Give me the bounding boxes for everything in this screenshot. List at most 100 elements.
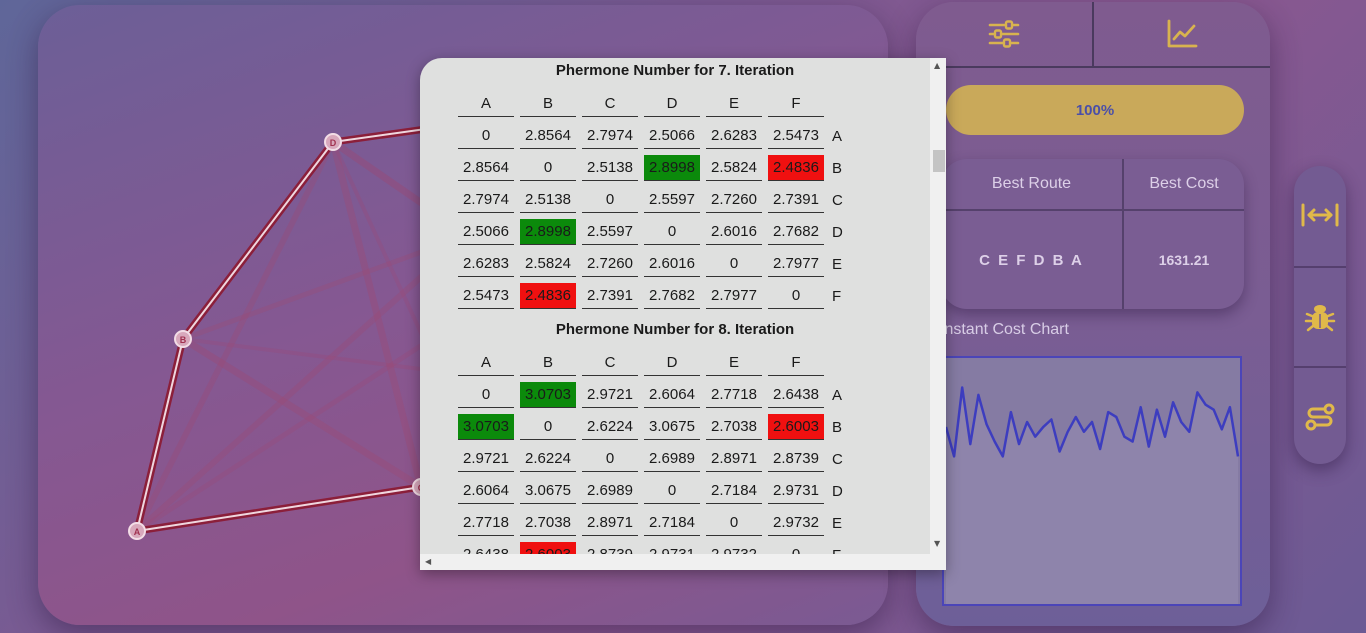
pheromone-scroll-area[interactable]: Phermone Number for 7. Iteration ABCDEF0… xyxy=(420,58,930,554)
table-cell: 0 xyxy=(768,542,824,554)
cost-chart xyxy=(942,356,1242,606)
corner-cell xyxy=(830,350,886,376)
table-cell: 2.6989 xyxy=(582,478,638,504)
table-cell: 0 xyxy=(582,446,638,472)
scroll-up-icon[interactable]: ▲ xyxy=(934,61,940,70)
row-label: F xyxy=(832,287,842,305)
horizontal-scrollbar[interactable]: ◀ xyxy=(420,554,946,570)
column-header: E xyxy=(706,350,762,376)
edge xyxy=(134,312,471,534)
table-cell: 2.6989 xyxy=(644,446,700,472)
column-header: E xyxy=(706,91,762,117)
table-cell: 0 xyxy=(458,123,514,149)
edge xyxy=(134,139,336,534)
node-b[interactable]: B xyxy=(174,330,192,348)
table-cell: 2.7391 xyxy=(582,283,638,309)
row-label: B xyxy=(832,159,843,177)
arrows-horizontal-icon xyxy=(1301,203,1339,227)
scroll-down-icon[interactable]: ▼ xyxy=(934,539,940,548)
table-cell: 3.0675 xyxy=(644,414,700,440)
table-cell: 0 xyxy=(520,155,576,181)
table-row: 2.5473 2.4836 2.7391 2.7682 2.7977 0 F xyxy=(458,283,886,309)
table-cell: 2.7260 xyxy=(582,251,638,277)
table-cell: 2.7184 xyxy=(644,510,700,536)
node-d[interactable]: D xyxy=(324,133,342,151)
corner-cell xyxy=(830,91,886,117)
table-cell: 2.7682 xyxy=(644,283,700,309)
table-cell: 2.5824 xyxy=(706,155,762,181)
table-cell: 2.7260 xyxy=(706,187,762,213)
max-cell: 3.0703 xyxy=(458,414,514,440)
table-cell: 2.7038 xyxy=(706,414,762,440)
table-cell: 2.8739 xyxy=(768,446,824,472)
max-cell: 2.8998 xyxy=(644,155,700,181)
line-chart-icon xyxy=(1167,19,1198,48)
route-button[interactable] xyxy=(1294,366,1346,466)
table-cell: 2.8564 xyxy=(520,123,576,149)
vertical-scrollbar[interactable]: ▲ ▼ xyxy=(930,58,946,554)
table-cell: 2.8564 xyxy=(458,155,514,181)
table-cell: 2.5597 xyxy=(644,187,700,213)
tab-settings[interactable] xyxy=(916,2,1094,66)
table-row: 2.9721 2.6224 0 2.6989 2.8971 2.8739 C xyxy=(458,446,886,472)
scroll-thumb[interactable] xyxy=(933,150,945,172)
table-cell: 2.7718 xyxy=(706,382,762,408)
iteration-title: Phermone Number for 7. Iteration xyxy=(555,62,795,79)
table-cell: 3.0675 xyxy=(520,478,576,504)
table-cell: 0 xyxy=(706,510,762,536)
node-a[interactable]: A xyxy=(128,522,146,540)
table-cell: 2.5066 xyxy=(644,123,700,149)
column-header: A xyxy=(458,91,514,117)
table-cell: 0 xyxy=(768,283,824,309)
max-cell: 2.8998 xyxy=(520,219,576,245)
pheromone-popup: Phermone Number for 7. Iteration ABCDEF0… xyxy=(420,58,946,570)
chart-title: Instant Cost Chart xyxy=(940,321,1069,338)
table-cell: 0 xyxy=(706,251,762,277)
max-cell: 3.0703 xyxy=(520,382,576,408)
expand-width-button[interactable] xyxy=(1294,166,1346,264)
table-cell: 2.6224 xyxy=(582,414,638,440)
table-cell: 2.7682 xyxy=(768,219,824,245)
table-cell: 2.7184 xyxy=(706,478,762,504)
best-cost-value: 1631.21 xyxy=(1158,252,1210,268)
column-header: F xyxy=(768,350,824,376)
min-cell: 2.4836 xyxy=(768,155,824,181)
table-row: 2.6064 3.0675 2.6989 0 2.7184 2.9731 D xyxy=(458,478,886,504)
route-icon xyxy=(1305,403,1335,431)
row-label: F xyxy=(830,542,886,555)
table-cell: 2.5473 xyxy=(768,123,824,149)
cost-chart-svg xyxy=(944,386,1240,604)
table-cell: 2.9732 xyxy=(706,542,762,554)
table-row: 2.5066 2.8998 2.5597 0 2.6016 2.7682 D xyxy=(458,219,886,245)
min-cell: 2.6003 xyxy=(768,414,824,440)
column-header: C xyxy=(582,91,638,117)
scroll-left-icon[interactable]: ◀ xyxy=(425,557,431,566)
best-result-card: Best Route Best Cost C E F D B A 1631.21 xyxy=(941,159,1244,309)
debug-button[interactable] xyxy=(1294,266,1346,366)
table-cell: 2.7974 xyxy=(582,123,638,149)
table-cell: 2.5824 xyxy=(520,251,576,277)
table-row: 2.7718 2.7038 2.8971 2.7184 0 2.9732 E xyxy=(458,510,886,536)
best-cost-header: Best Cost xyxy=(1149,175,1219,192)
progress-label: 100% xyxy=(1075,101,1115,119)
table-row: 3.0703 0 2.6224 3.0675 2.7038 2.6003 B xyxy=(458,414,886,440)
table-cell: 2.6016 xyxy=(644,251,700,277)
table-row: 2.7974 2.5138 0 2.5597 2.7260 2.7391 C xyxy=(458,187,886,213)
table-cell: 2.5473 xyxy=(458,283,514,309)
best-route-header: Best Route xyxy=(991,175,1072,192)
bug-icon xyxy=(1304,305,1336,332)
row-label: B xyxy=(832,418,843,436)
table-cell: 0 xyxy=(644,478,700,504)
tab-divider xyxy=(916,66,1270,68)
table-cell: 2.5138 xyxy=(520,187,576,213)
table-cell: 2.7391 xyxy=(768,187,824,213)
table-cell: 0 xyxy=(582,187,638,213)
best-route-value: C E F D B A xyxy=(979,251,1084,269)
column-header: C xyxy=(582,350,638,376)
table-cell: 2.7038 xyxy=(520,510,576,536)
column-header: D xyxy=(644,91,700,117)
column-header: B xyxy=(520,350,576,376)
tab-chart[interactable] xyxy=(1094,2,1270,66)
best-edge-highlight xyxy=(136,338,184,532)
table-cell: 2.8971 xyxy=(582,510,638,536)
